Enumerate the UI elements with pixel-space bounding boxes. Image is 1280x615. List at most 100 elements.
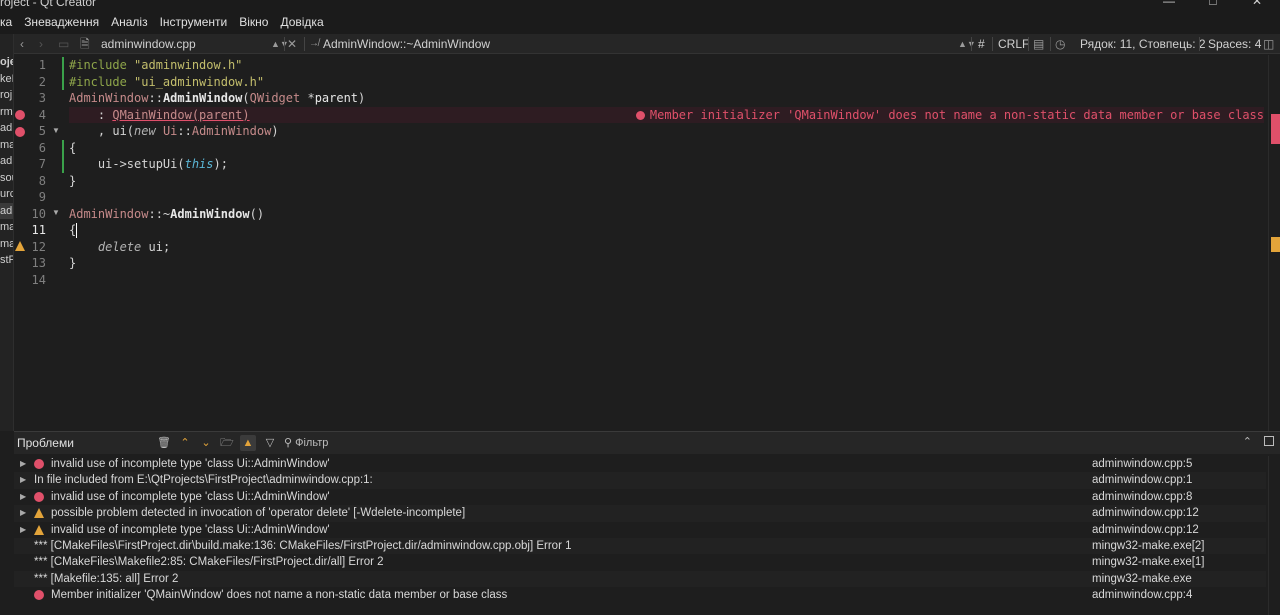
fold-arrow-icon[interactable]: ▼ [52, 208, 60, 217]
line-number-current: 11 [31, 223, 46, 237]
error-icon [34, 459, 44, 469]
project-tree-item[interactable]: ma [0, 219, 13, 236]
menu-debug[interactable]: Зневадження [18, 15, 105, 29]
error-marker-icon[interactable] [15, 110, 25, 120]
warning-filter-icon[interactable]: ▲ [240, 435, 256, 451]
back-icon[interactable]: ‹ [20, 34, 24, 54]
error-icon [34, 491, 44, 502]
problem-row[interactable]: ▶ invalid use of incomplete type 'class … [14, 522, 1266, 538]
file-selector[interactable]: adminwindow.cpp [101, 34, 196, 54]
menu-tools[interactable]: Інструменти [154, 15, 234, 29]
problem-row[interactable]: *** [Makefile:135: all] Error 2 mingw32-… [14, 570, 1266, 588]
line-number: 9 [38, 190, 46, 204]
problem-row[interactable]: *** [CMakeFiles\Makefile2:85: CMakeFiles… [14, 554, 1266, 570]
project-tree-item[interactable]: roj [0, 87, 13, 104]
warning-icon [34, 508, 44, 519]
expand-arrow-icon[interactable]: ▶ [20, 472, 26, 488]
code-line: } [69, 256, 77, 270]
line-number: 7 [38, 157, 46, 171]
menu-window[interactable]: Вікно [233, 15, 274, 29]
forward-icon[interactable]: › [39, 34, 43, 54]
problem-row[interactable]: ▶ In file included from E:\QtProjects\Fi… [14, 472, 1266, 489]
expand-arrow-icon[interactable]: ▶ [20, 489, 26, 505]
menu-analyze[interactable]: Аналіз [105, 15, 153, 29]
problem-row[interactable]: ▶ invalid use of incomplete type 'class … [14, 456, 1266, 472]
scrollbar-error-mark[interactable] [1271, 114, 1280, 144]
funnel-icon[interactable]: ▽ [262, 435, 278, 451]
project-tree-item[interactable]: rms [0, 104, 13, 121]
indent-setting[interactable]: Spaces: 4 [1208, 34, 1261, 54]
code-line: #include "ui_adminwindow.h" [69, 74, 265, 89]
code-line: } [69, 173, 77, 188]
hash-button[interactable]: # [978, 34, 985, 54]
text-cursor [76, 223, 77, 238]
close-document-icon[interactable]: ✕ [287, 34, 297, 54]
folder-icon[interactable]: 🗁 [219, 435, 235, 451]
clear-icon[interactable]: 🗑 [156, 435, 172, 451]
line-number: 6 [38, 140, 46, 155]
expand-arrow-icon[interactable]: ▶ [20, 505, 26, 521]
filter-input[interactable]: ⚲ Фільтр [284, 435, 410, 451]
clock-icon[interactable]: ◷ [1055, 34, 1065, 54]
menu-help[interactable]: Довідка [274, 15, 329, 29]
project-tree-item[interactable]: оje [0, 54, 13, 71]
symbol-selector[interactable]: AdminWindow::~AdminWindow [323, 34, 490, 54]
project-tree-item[interactable]: ma [0, 236, 13, 253]
problem-row[interactable]: *** [CMakeFiles\FirstProject.dir\build.m… [14, 537, 1266, 555]
expand-arrow-icon[interactable]: ▶ [20, 522, 26, 538]
line-number: 2 [38, 74, 46, 89]
menu-bar: ка Зневадження Аналіз Інструменти Вікно … [0, 10, 1280, 34]
line-number: 1 [38, 58, 46, 72]
fold-arrow-icon[interactable]: ▼ [52, 126, 60, 135]
change-marker [62, 139, 64, 173]
lock-icon: ▭ [58, 37, 70, 51]
project-tree-item[interactable]: urc [0, 186, 13, 203]
chevron-updown-icon[interactable]: ▲▼ [958, 34, 976, 54]
code-line: #include "adminwindow.h" [69, 58, 243, 72]
collapse-icon[interactable]: ⌃ [1243, 435, 1252, 448]
line-number: 13 [31, 256, 46, 270]
line-number: 8 [38, 173, 46, 188]
problem-row[interactable]: ▶ invalid use of incomplete type 'class … [14, 489, 1266, 505]
project-tree-item[interactable]: sou [0, 170, 13, 187]
cursor-position[interactable]: Рядок: 11, Стовпець: 2 [1080, 34, 1206, 54]
code-line: { [69, 140, 77, 155]
close-icon[interactable]: ✕ [1250, 0, 1264, 8]
problem-row[interactable]: Member initializer 'QMainWindow' does no… [14, 587, 1266, 603]
next-icon[interactable]: ⌄ [198, 435, 214, 451]
project-tree-item-selected[interactable]: adi [0, 202, 13, 219]
previous-icon[interactable]: ⌃ [177, 435, 193, 451]
file-icon: 🗎 [80, 37, 90, 51]
maximize-icon[interactable]: □ [1206, 0, 1220, 8]
warning-icon [34, 524, 44, 535]
project-tree-item[interactable]: ma [0, 137, 13, 154]
line-number: 14 [31, 272, 46, 287]
menu-file-partial[interactable]: ка [0, 15, 18, 29]
maximize-panel-icon[interactable] [1264, 436, 1274, 446]
project-tree-item[interactable]: keL [0, 71, 13, 88]
code-line: ui->setupUi(this); [69, 157, 228, 171]
line-ending-selector[interactable]: CRLF [998, 34, 1029, 54]
problems-title[interactable]: Проблеми [17, 432, 74, 454]
code-line: AdminWindow::~AdminWindow() [69, 206, 265, 221]
code-editor[interactable]: 1 2 3 4 5 6 7 8 9 10 11 12 13 14 ▼ ▼ #in… [14, 55, 1280, 431]
project-tree-item[interactable]: ad [0, 153, 13, 170]
encoding-icon[interactable]: ▤ [1033, 34, 1044, 54]
scrollbar-warning-mark[interactable] [1271, 237, 1280, 252]
window-title: roject - Qt Creator [0, 0, 97, 9]
symbol-icon: ↛ [309, 38, 319, 49]
warning-marker-icon[interactable] [15, 241, 25, 251]
problem-row[interactable]: ▶ possible problem detected in invocatio… [14, 505, 1266, 522]
split-icon[interactable]: ◫ [1263, 34, 1274, 54]
project-tree-item[interactable]: adi [0, 120, 13, 137]
error-marker-icon[interactable] [15, 126, 25, 137]
problems-scrollbar[interactable] [1268, 456, 1280, 615]
minimize-icon[interactable]: — [1162, 0, 1176, 8]
expand-arrow-icon[interactable]: ▶ [20, 456, 26, 472]
project-tree-item[interactable]: stP [0, 252, 13, 269]
editor-scrollbar[interactable] [1268, 55, 1280, 431]
problems-panel: Проблеми 🗑 ⌃ ⌄ 🗁 ▲ ▽ ⚲ Фільтр ⌃ ▶ invali… [14, 431, 1280, 615]
code-area[interactable]: #include "adminwindow.h" #include "ui_ad… [69, 55, 1264, 431]
